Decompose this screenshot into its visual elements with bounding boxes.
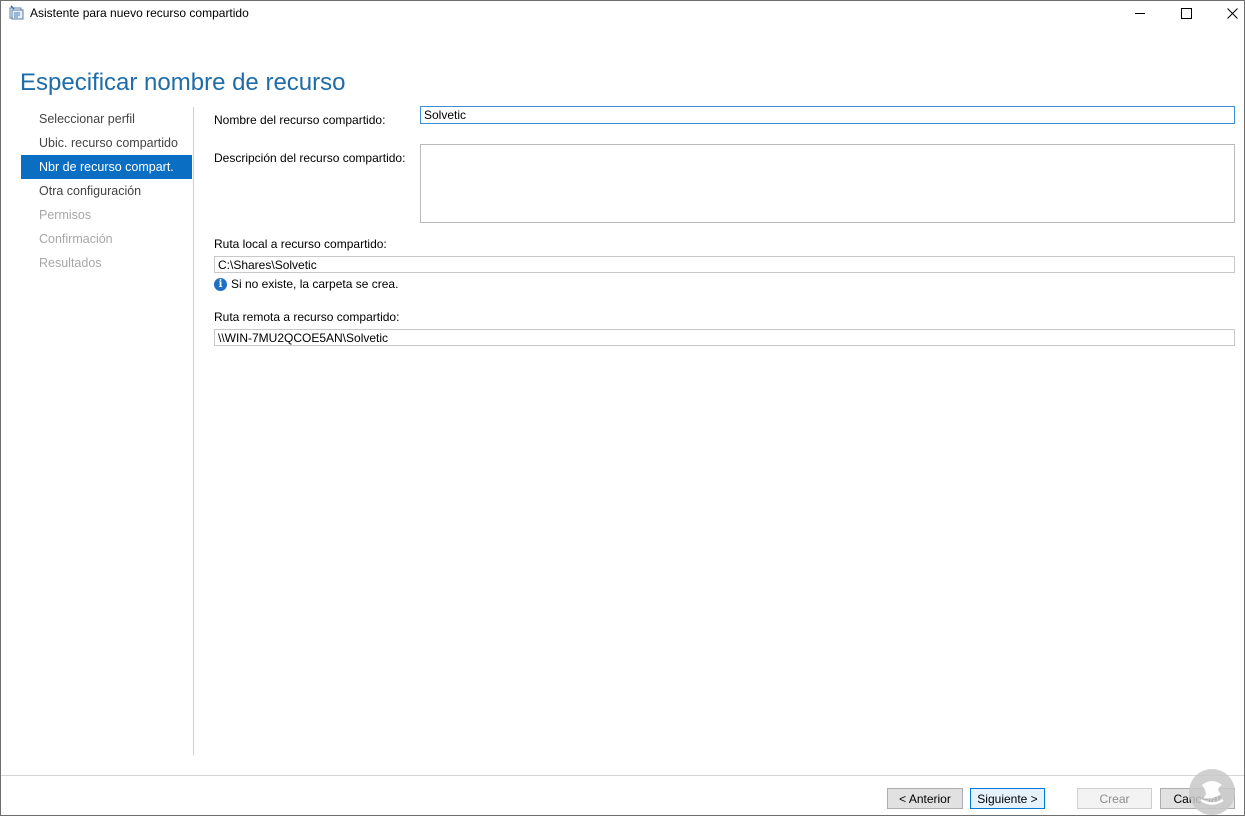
nav-divider <box>193 107 194 755</box>
nav-item-otra-configuracion[interactable]: Otra configuración <box>21 179 192 203</box>
page-title: Especificar nombre de recurso <box>20 69 346 97</box>
nav-item-confirmacion: Confirmación <box>39 232 113 246</box>
nav-item-permisos: Permisos <box>39 208 92 222</box>
footer-divider <box>1 775 1244 776</box>
create-button: Crear <box>1077 788 1152 809</box>
remote-path-field[interactable] <box>214 329 1235 346</box>
minimize-button[interactable] <box>1117 1 1163 25</box>
info-message: i Si no existe, la carpeta se crea. <box>214 277 398 291</box>
maximize-icon <box>1180 7 1192 19</box>
share-folder-icon <box>9 5 24 20</box>
close-icon <box>1226 7 1238 19</box>
title-bar[interactable]: Asistente para nuevo recurso compartido <box>1 1 1244 25</box>
minimize-icon <box>1135 12 1145 14</box>
nav-item-resultados: Resultados <box>39 256 102 270</box>
description-label: Descripción del recurso compartido: <box>214 151 406 165</box>
watermark-logo-icon <box>1189 769 1235 815</box>
info-icon: i <box>214 277 227 291</box>
wizard-window: Asistente para nuevo recurso compartido … <box>0 0 1245 816</box>
remote-path-label: Ruta remota a recurso compartido: <box>214 310 400 324</box>
description-textarea[interactable] <box>420 144 1235 223</box>
window-title: Asistente para nuevo recurso compartido <box>30 6 249 20</box>
next-button[interactable]: Siguiente > <box>970 788 1045 809</box>
nav-item-ubic-recurso[interactable]: Ubic. recurso compartido <box>21 131 192 155</box>
local-path-field[interactable] <box>214 256 1235 273</box>
share-name-label: Nombre del recurso compartido: <box>214 113 386 127</box>
back-button[interactable]: < Anterior <box>887 788 963 809</box>
wizard-steps-nav: Seleccionar perfil Ubic. recurso compart… <box>21 107 192 275</box>
nav-item-seleccionar-perfil[interactable]: Seleccionar perfil <box>21 107 192 131</box>
local-path-label: Ruta local a recurso compartido: <box>214 237 387 251</box>
nav-item-nbr-recurso[interactable]: Nbr de recurso compart. <box>21 155 192 179</box>
share-name-input[interactable] <box>420 106 1235 124</box>
close-button[interactable] <box>1209 1 1244 25</box>
info-text: Si no existe, la carpeta se crea. <box>231 277 399 291</box>
maximize-button[interactable] <box>1163 1 1209 25</box>
